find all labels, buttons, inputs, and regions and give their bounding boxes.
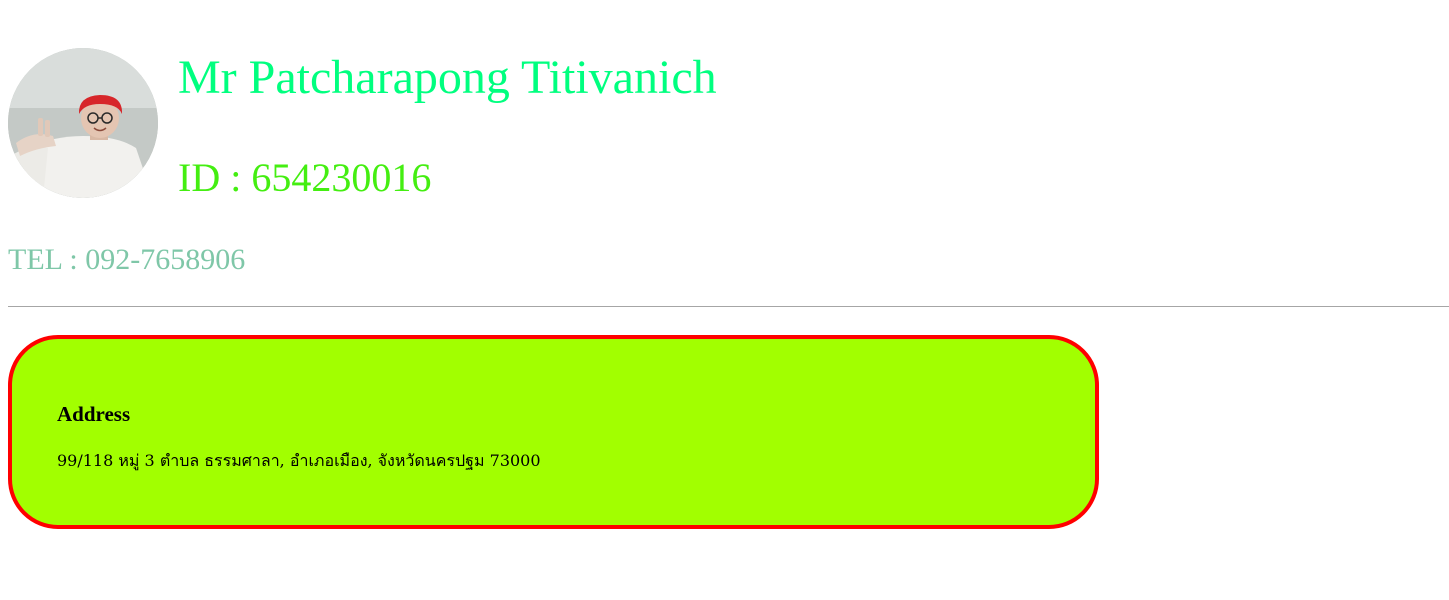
address-text: 99/118 หมู่ 3 ตำบล ธรรมศาลา, อำเภอเมือง,… — [57, 451, 541, 470]
profile-photo-icon — [8, 48, 158, 198]
avatar — [8, 48, 158, 198]
student-id: ID : 654230016 — [178, 155, 432, 200]
phone-number: TEL : 092-7658906 — [8, 243, 246, 276]
address-card: Address 99/118 หมู่ 3 ตำบล ธรรมศาลา, อำเ… — [8, 335, 1099, 529]
profile-page: Mr Patcharapong Titivanich ID : 65423001… — [0, 0, 1449, 600]
profile-name: Mr Patcharapong Titivanich — [178, 51, 717, 104]
divider — [8, 306, 1449, 307]
address-title: Address — [57, 402, 131, 426]
